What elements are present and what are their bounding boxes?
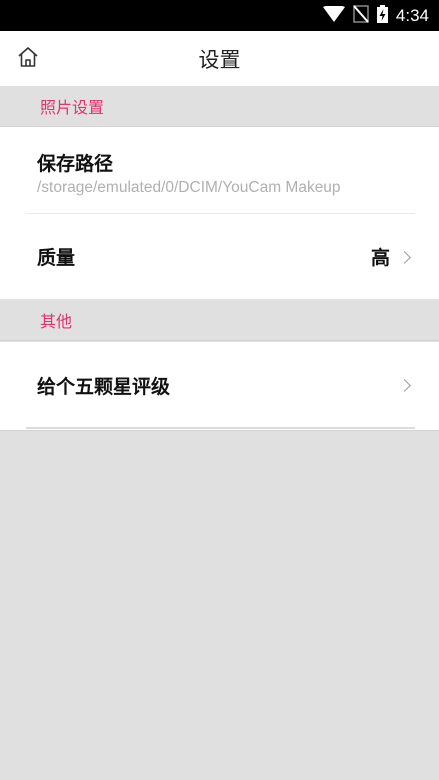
save-path-row[interactable]: 保存路径 /storage/emulated/0/DCIM/YouCam Mak… <box>0 127 439 213</box>
status-icons: 4:34 <box>322 0 429 31</box>
save-path-label: 保存路径 <box>37 153 114 175</box>
divider <box>26 427 415 429</box>
quality-value-group: 高 <box>370 214 411 299</box>
home-icon <box>16 45 40 73</box>
save-path-value: /storage/emulated/0/DCIM/YouCam Makeup <box>37 179 341 196</box>
other-card: 给个五颗星评级 <box>0 342 439 431</box>
quality-row[interactable]: 质量 高 <box>0 214 439 299</box>
chevron-right-icon <box>398 379 411 392</box>
status-bar: 4:34 <box>0 0 439 31</box>
header: 设置 <box>0 31 439 86</box>
section-header-photo-settings: 照片设置 <box>0 86 439 127</box>
photo-settings-card: 保存路径 /storage/emulated/0/DCIM/YouCam Mak… <box>0 127 439 299</box>
section-header-other: 其他 <box>0 300 439 341</box>
status-time: 4:34 <box>395 5 429 25</box>
rate-five-stars-row[interactable]: 给个五颗星评级 <box>0 342 439 428</box>
wifi-icon <box>322 4 345 26</box>
no-sim-icon <box>353 4 369 27</box>
quality-value: 高 <box>370 247 390 269</box>
page-title: 设置 <box>198 47 241 72</box>
rate-five-stars-label: 给个五颗星评级 <box>37 375 171 398</box>
home-button[interactable] <box>15 46 41 72</box>
rate-chevron-group <box>398 342 411 428</box>
battery-charging-icon <box>376 4 388 27</box>
quality-label: 质量 <box>37 247 76 269</box>
chevron-right-icon <box>398 250 411 264</box>
